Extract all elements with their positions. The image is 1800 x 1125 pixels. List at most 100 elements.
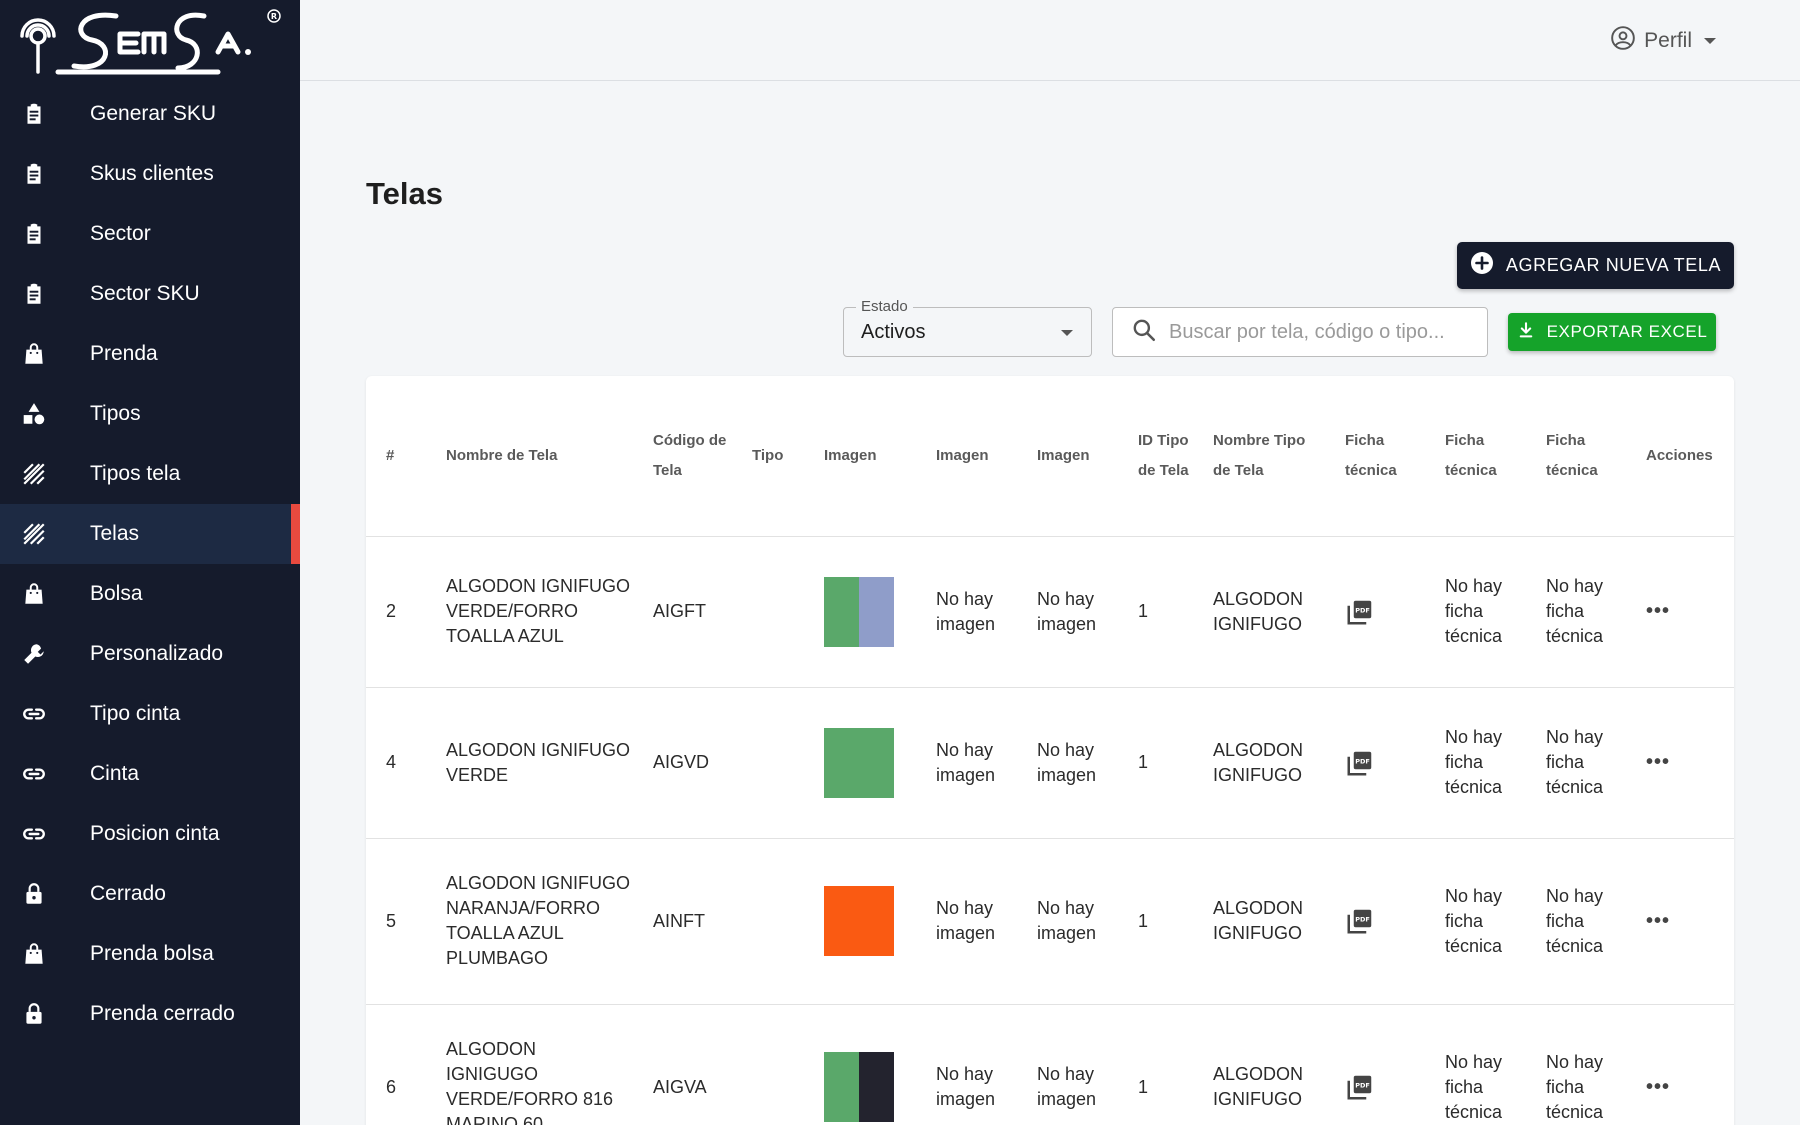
cell-type <box>732 536 804 688</box>
fabric-image-thumbnail[interactable] <box>824 576 894 647</box>
more-horizontal-icon[interactable]: ••• <box>1646 600 1670 622</box>
pdf-icon[interactable]: PDF <box>1345 906 1425 936</box>
column-header-image-3[interactable]: Imagen <box>1017 376 1118 537</box>
category-icon <box>0 401 90 427</box>
fabric-image-thumbnail[interactable] <box>824 1052 894 1122</box>
sidebar-item-label: Prenda bolsa <box>90 942 214 965</box>
semsa-logo[interactable]: R <box>0 0 300 84</box>
search-input[interactable] <box>1169 320 1459 344</box>
clipboard-icon <box>0 161 90 187</box>
pdf-icon[interactable]: PDF <box>1345 1072 1425 1102</box>
link-icon <box>0 821 90 847</box>
column-header-image-1[interactable]: Imagen <box>804 376 916 537</box>
lock-icon <box>0 881 90 907</box>
sidebar-item-cinta[interactable]: Cinta <box>0 744 300 804</box>
clipboard-icon <box>0 101 90 127</box>
cell-datasheet-3: No hay ficha técnica <box>1526 1004 1626 1125</box>
add-fabric-button[interactable]: AGREGAR NUEVA TELA <box>1457 242 1734 289</box>
cell-datasheet-2: No hay ficha técnica <box>1425 536 1526 688</box>
more-horizontal-icon[interactable]: ••• <box>1646 910 1670 932</box>
sidebar-item-tipos-tela[interactable]: Tipos tela <box>0 444 300 504</box>
cell-fabric-code: AIGFT <box>633 536 732 688</box>
svg-text:PDF: PDF <box>1355 916 1370 924</box>
sidebar-item-prenda[interactable]: Prenda <box>0 324 300 384</box>
table-row[interactable]: 5 ALGODON IGNIFUGO NARANJA/FORRO TOALLA A… <box>366 838 1734 1005</box>
sidebar-item-sector-sku[interactable]: Sector SKU <box>0 264 300 324</box>
shopping-bag-icon <box>0 941 90 967</box>
column-header-fabric-name[interactable]: Nombre de Tela <box>426 376 633 537</box>
export-excel-label: EXPORTAR EXCEL <box>1546 322 1708 341</box>
sidebar-item-label: Posicion cinta <box>90 822 220 845</box>
sidebar-item-label: Skus clientes <box>90 162 214 185</box>
account-circle-icon <box>1610 25 1636 57</box>
sidebar-item-posicion-cinta[interactable]: Posicion cinta <box>0 804 300 864</box>
more-horizontal-icon[interactable]: ••• <box>1646 1076 1670 1098</box>
cell-fabric-name: ALGODON IGNIFUGO NARANJA/FORRO TOALLA AZ… <box>426 838 633 1005</box>
column-header-fabric-code[interactable]: Código de Tela <box>633 376 732 537</box>
sidebar-item-tipos[interactable]: Tipos <box>0 384 300 444</box>
sidebar-item-sector[interactable]: Sector <box>0 204 300 264</box>
cell-datasheet-1: PDF <box>1325 1004 1425 1125</box>
cell-image-2: No hay imagen <box>916 687 1017 839</box>
column-header-actions: Acciones <box>1626 376 1734 537</box>
sidebar-item-cerrado[interactable]: Cerrado <box>0 864 300 924</box>
cell-type <box>732 838 804 1005</box>
cell-fabric-name: ALGODON IGNIFUGO VERDE <box>426 687 633 839</box>
cell-fabric-name: ALGODON IGNIFUGO VERDE/FORRO TOALLA AZUL <box>426 536 633 688</box>
sidebar-item-prenda-bolsa[interactable]: Prenda bolsa <box>0 924 300 984</box>
more-horizontal-icon[interactable]: ••• <box>1646 751 1670 773</box>
sidebar-item-skus-clientes[interactable]: Skus clientes <box>0 144 300 204</box>
column-header-image-2[interactable]: Imagen <box>916 376 1017 537</box>
status-select-label: Estado <box>856 298 913 315</box>
fabrics-table: # Nombre de Tela Código de Tela Tipo Ima… <box>366 376 1734 1125</box>
shopping-bag-icon <box>0 341 90 367</box>
cell-fabric-type-id: 1 <box>1118 536 1193 688</box>
sidebar-item-label: Bolsa <box>90 582 143 605</box>
fabric-image-thumbnail[interactable] <box>824 727 894 798</box>
cell-actions: ••• <box>1626 536 1734 688</box>
sidebar-item-tipo-cinta[interactable]: Tipo cinta <box>0 684 300 744</box>
cell-fabric-type-name: ALGODON IGNIFUGO <box>1193 838 1325 1005</box>
sidebar-item-label: Prenda cerrado <box>90 1002 235 1025</box>
sidebar-nav: Generar SKU Skus clientes Sector Sector SKU… <box>0 84 300 1044</box>
link-icon <box>0 761 90 787</box>
table-row[interactable]: 4 ALGODON IGNIFUGO VERDE AIGVD No hay image… <box>366 687 1734 839</box>
cell-image-3: No hay imagen <box>1017 536 1118 688</box>
cell-fabric-type-id: 1 <box>1118 687 1193 839</box>
column-header-fabric-type-id[interactable]: ID Tipo de Tela <box>1118 376 1193 537</box>
cell-datasheet-3: No hay ficha técnica <box>1526 838 1626 1005</box>
status-select-value: Activos <box>861 321 926 343</box>
pdf-icon[interactable]: PDF <box>1345 748 1425 778</box>
pdf-icon[interactable]: PDF <box>1345 597 1425 627</box>
sidebar-item-prenda-cerrado[interactable]: Prenda cerrado <box>0 984 300 1044</box>
sidebar-item-label: Telas <box>90 522 140 545</box>
column-header-datasheet-3[interactable]: Ficha técnica <box>1526 376 1626 537</box>
status-select[interactable]: Estado Activos <box>843 298 1092 357</box>
svg-text:R: R <box>271 12 277 21</box>
table-row[interactable]: 6 ALGODON IGNIGUGO VERDE/FORRO 816 MARINO… <box>366 1004 1734 1125</box>
table-row[interactable]: 2 ALGODON IGNIFUGO VERDE/FORRO TOALLA AZU… <box>366 536 1734 688</box>
sidebar-item-personalizado[interactable]: Personalizado <box>0 624 300 684</box>
column-header-number[interactable]: # <box>366 376 426 537</box>
svg-text:PDF: PDF <box>1355 1082 1370 1090</box>
profile-menu-button[interactable]: Perfil <box>1610 25 1716 57</box>
sidebar-item-telas[interactable]: Telas <box>0 504 300 564</box>
add-fabric-label: AGREGAR NUEVA TELA <box>1505 255 1722 275</box>
cell-fabric-code: AIGVA <box>633 1004 732 1125</box>
column-header-datasheet-2[interactable]: Ficha técnica <box>1425 376 1526 537</box>
cell-actions: ••• <box>1626 687 1734 839</box>
semsa-logo-mark: R <box>20 9 281 75</box>
sidebar-item-bolsa[interactable]: Bolsa <box>0 564 300 624</box>
sidebar-item-label: Tipo cinta <box>90 702 181 725</box>
column-header-type[interactable]: Tipo <box>732 376 804 537</box>
column-header-fabric-type-name[interactable]: Nombre Tipo de Tela <box>1193 376 1325 537</box>
cell-fabric-code: AIGVD <box>633 687 732 839</box>
lock-icon <box>0 1001 90 1027</box>
export-excel-button[interactable]: EXPORTAR EXCEL <box>1508 313 1716 351</box>
column-header-datasheet-1[interactable]: Ficha técnica <box>1325 376 1425 537</box>
cell-number: 6 <box>366 1004 426 1125</box>
cell-fabric-type-name: ALGODON IGNIFUGO <box>1193 536 1325 688</box>
cell-fabric-type-name: ALGODON IGNIFUGO <box>1193 687 1325 839</box>
fabric-image-thumbnail[interactable] <box>824 886 894 956</box>
sidebar-item-generar-sku[interactable]: Generar SKU <box>0 84 300 144</box>
